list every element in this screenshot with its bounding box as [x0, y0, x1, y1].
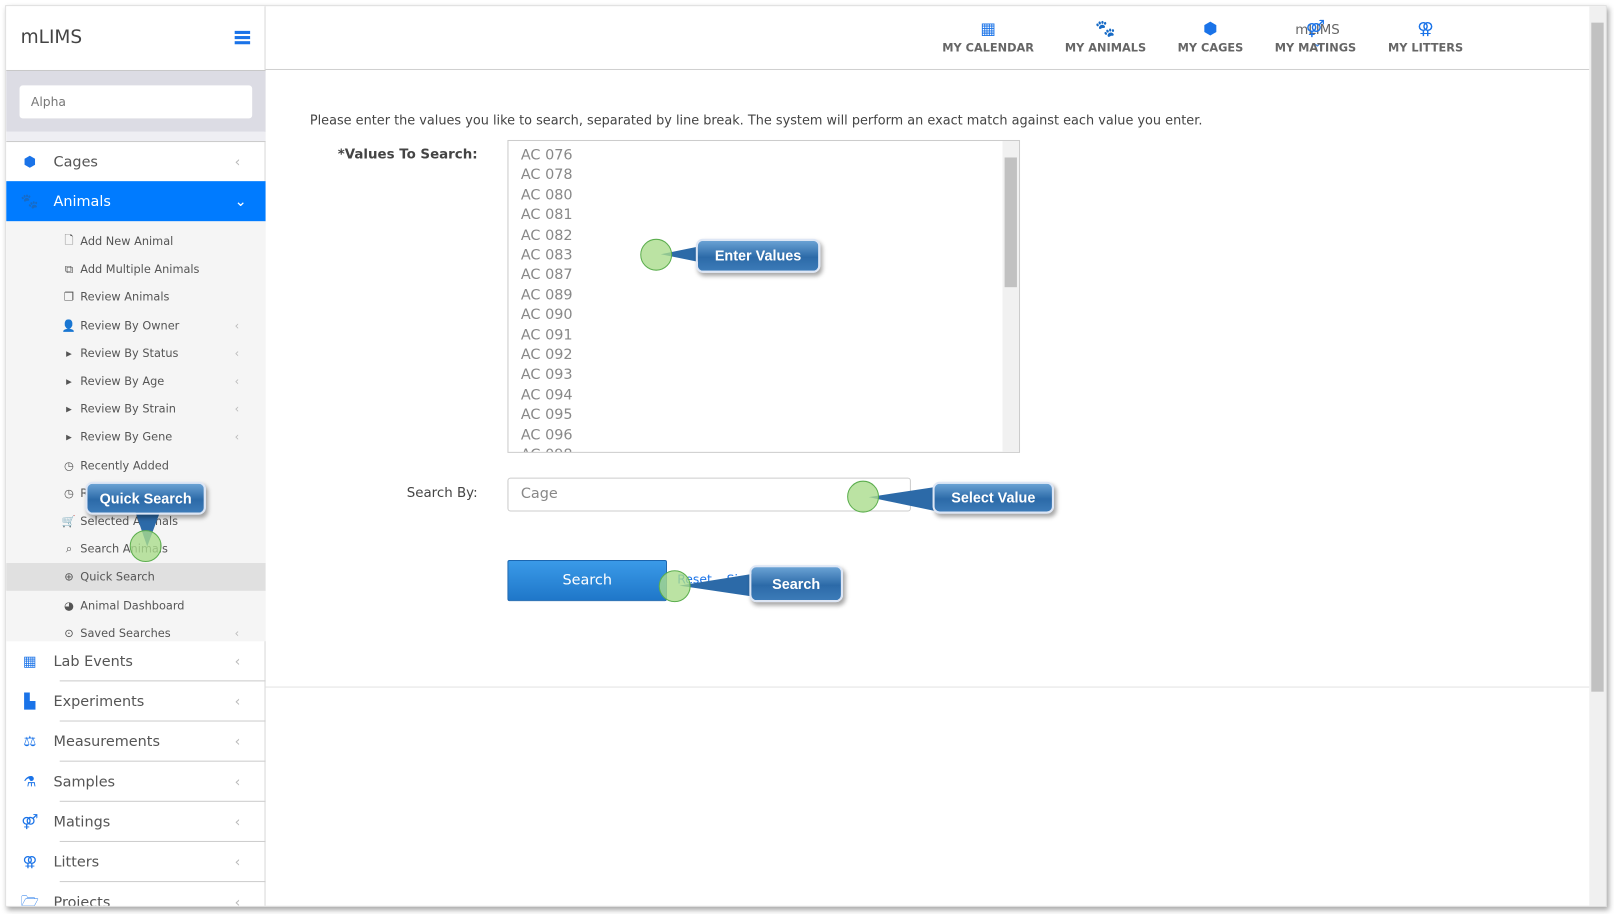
select-value-marker — [847, 480, 880, 513]
search-marker — [658, 570, 691, 603]
enter-values-callout: Enter Values — [695, 238, 821, 273]
select-value-callout: Select Value — [932, 481, 1055, 514]
enter-values-marker — [640, 238, 673, 271]
quick-search-marker — [129, 530, 162, 562]
quick-search-callout: Quick Search — [85, 481, 206, 515]
app-window: mLIMS ⬢Cages‹ 🐾Animals⌄ 🗋Add New Animal⧉… — [5, 5, 1607, 907]
callout-pointers — [134, 242, 943, 599]
scrollbar-thumb[interactable] — [1591, 22, 1604, 692]
page-scrollbar[interactable] — [1589, 6, 1606, 906]
search-callout: Search — [749, 565, 843, 603]
